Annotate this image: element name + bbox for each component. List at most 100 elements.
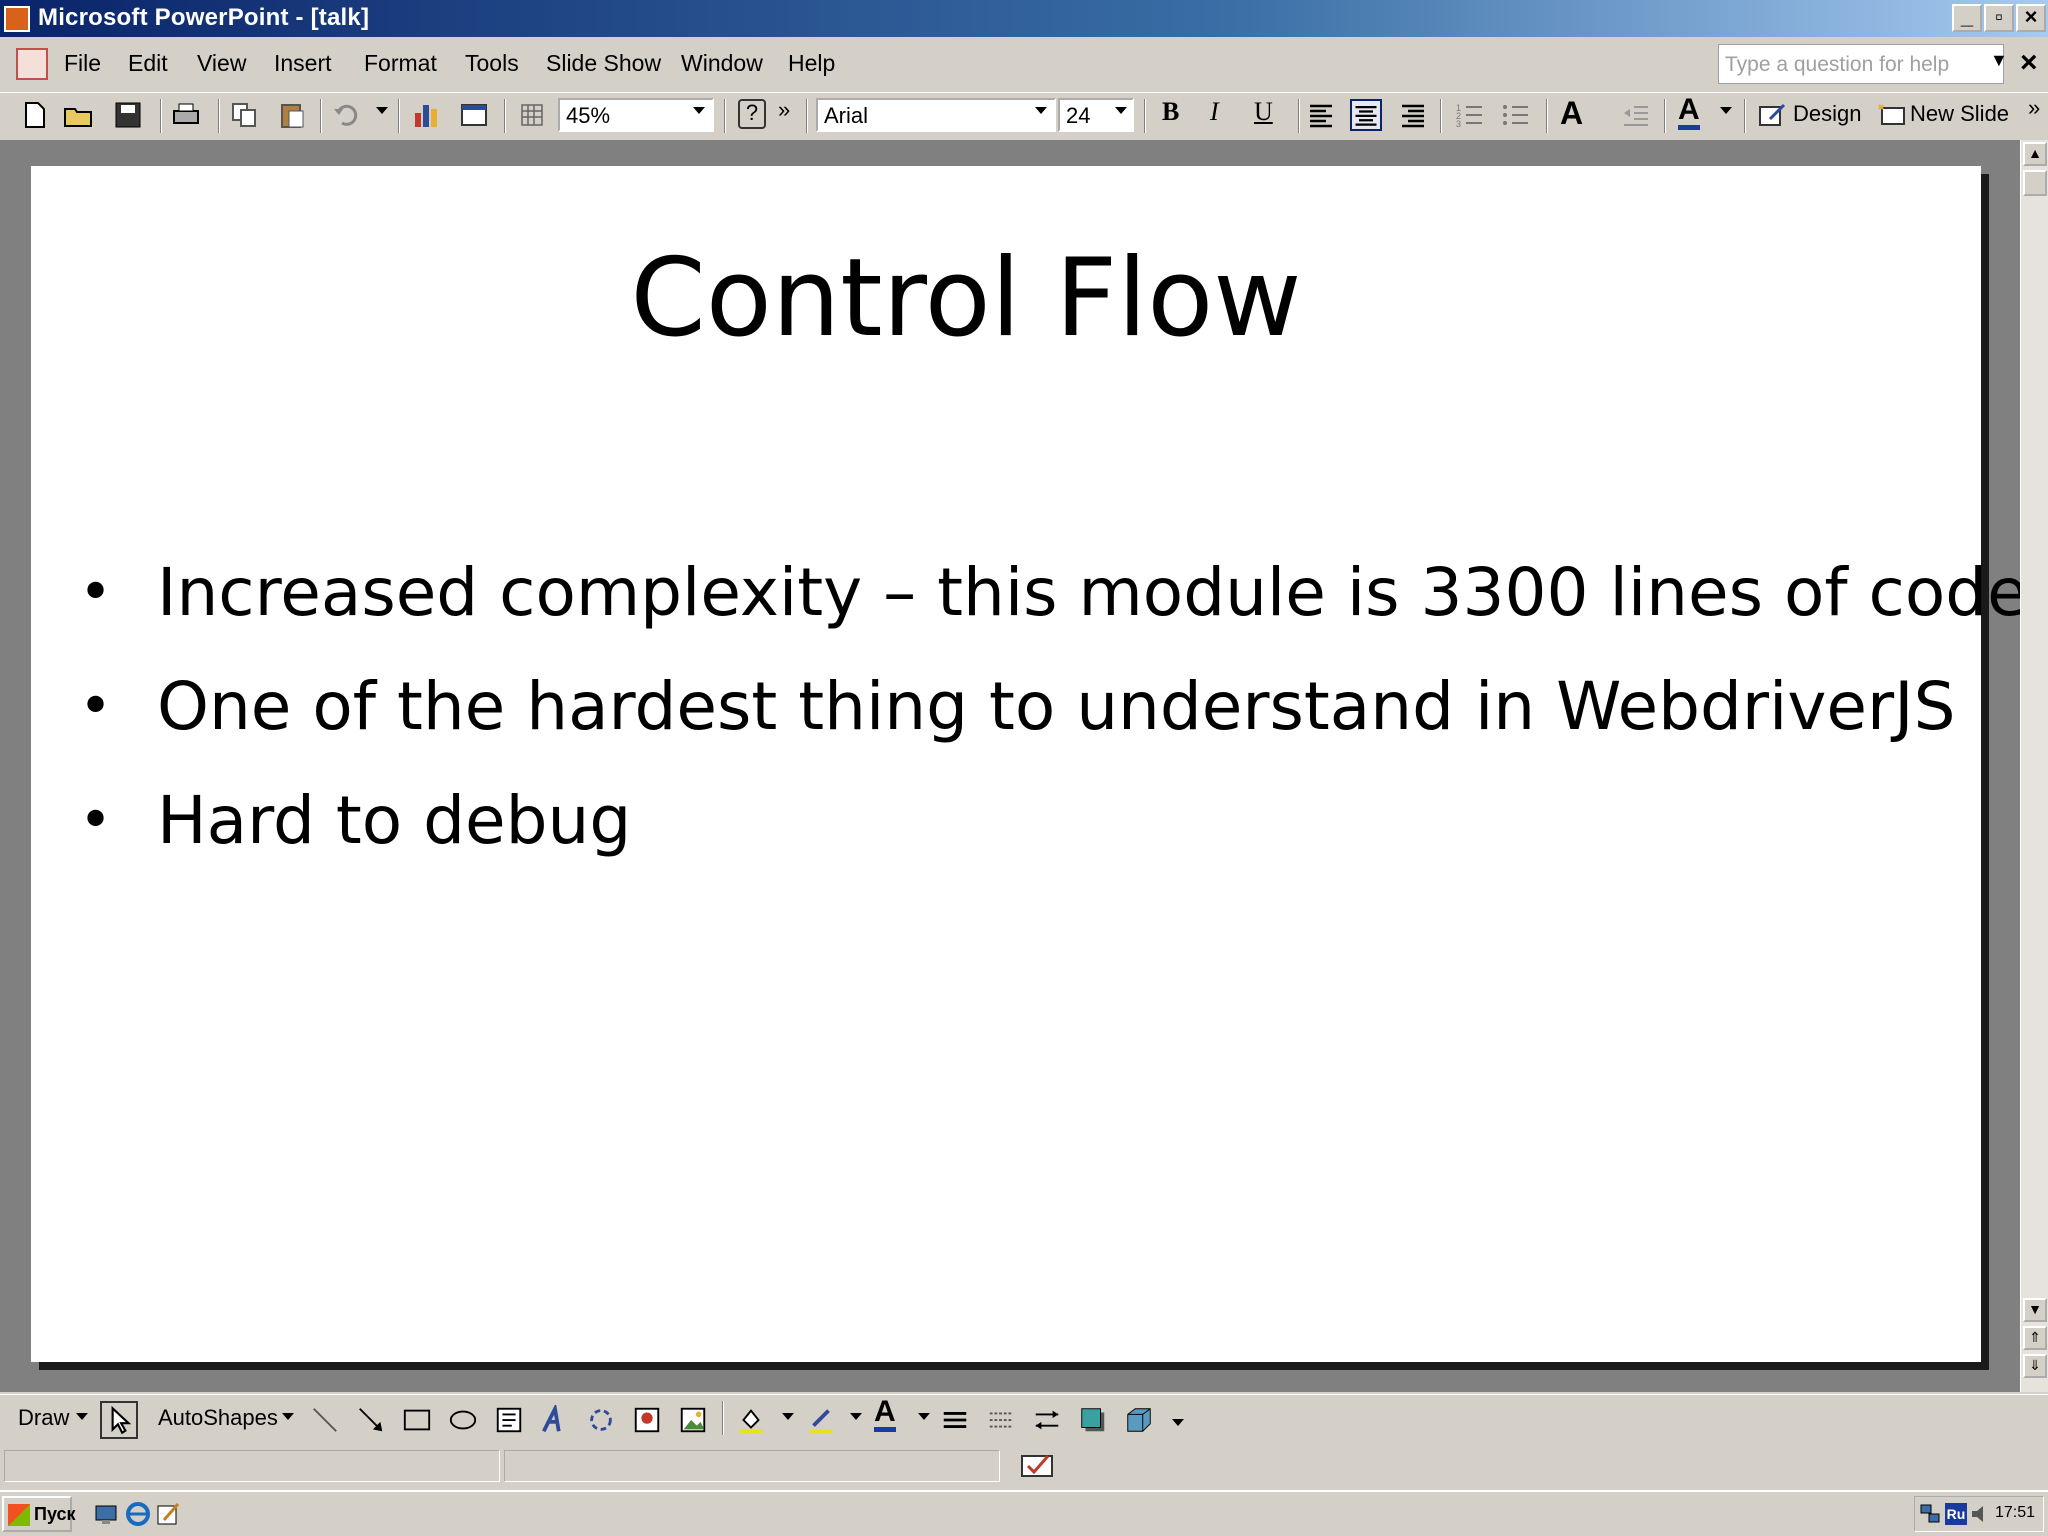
- wordart-icon[interactable]: [540, 1405, 570, 1435]
- start-label: Пуск: [34, 1504, 76, 1524]
- menu-format[interactable]: Format: [364, 50, 437, 77]
- arrow-tool-icon[interactable]: [356, 1405, 386, 1435]
- bold-button[interactable]: B: [1162, 97, 1179, 127]
- numbered-list-icon[interactable]: 123: [1454, 99, 1486, 131]
- align-center-icon[interactable]: [1350, 99, 1382, 131]
- show-desktop-icon[interactable]: [92, 1500, 120, 1528]
- insert-picture-icon[interactable]: [678, 1405, 708, 1435]
- copy-icon[interactable]: [228, 99, 260, 131]
- toolbar-more-icon[interactable]: [1172, 1419, 1184, 1426]
- powerpoint-app-icon[interactable]: [4, 6, 30, 32]
- edit-document-icon[interactable]: [154, 1500, 182, 1528]
- scroll-up-icon[interactable]: ▲: [2023, 142, 2047, 166]
- font-size-select[interactable]: 24: [1058, 98, 1134, 132]
- print-icon[interactable]: [170, 99, 202, 131]
- scroll-down-icon[interactable]: ▼: [2023, 1298, 2047, 1322]
- oval-tool-icon[interactable]: [448, 1405, 478, 1435]
- save-icon[interactable]: [112, 99, 144, 131]
- menu-window[interactable]: Window: [681, 50, 763, 77]
- list-item[interactable]: • One of the hardest thing to understand …: [71, 650, 2028, 764]
- underline-button[interactable]: U: [1254, 97, 1273, 127]
- line-color-dropdown-icon[interactable]: [850, 1413, 862, 1420]
- 3d-style-icon[interactable]: [1124, 1405, 1154, 1435]
- list-item[interactable]: • Increased complexity – this module is 3…: [71, 536, 2028, 650]
- arrow-style-icon[interactable]: [1032, 1405, 1062, 1435]
- slide-canvas[interactable]: Control Flow • Increased complexity – thi…: [31, 166, 2028, 1362]
- rectangle-tool-icon[interactable]: [402, 1405, 432, 1435]
- insert-chart-icon[interactable]: [410, 99, 442, 131]
- paste-icon[interactable]: [276, 99, 308, 131]
- font-size-dropdown-icon[interactable]: [1115, 107, 1127, 114]
- undo-icon[interactable]: [330, 99, 362, 131]
- internet-explorer-icon[interactable]: [124, 1500, 152, 1528]
- draw-dropdown-icon[interactable]: [76, 1413, 88, 1420]
- font-color-button[interactable]: A: [1678, 95, 1700, 130]
- scroll-thumb[interactable]: [2023, 170, 2047, 196]
- start-button[interactable]: Пуск: [2, 1496, 76, 1532]
- menu-tools[interactable]: Tools: [465, 50, 519, 77]
- toolbar-options-icon[interactable]: »: [2028, 95, 2040, 121]
- help-icon[interactable]: ?: [738, 99, 766, 129]
- open-folder-icon[interactable]: [62, 99, 94, 131]
- bullet-list[interactable]: • Increased complexity – this module is 3…: [71, 536, 2028, 878]
- document-close-button[interactable]: ×: [2020, 46, 2038, 80]
- font-name-dropdown-icon[interactable]: [1035, 107, 1047, 114]
- design-button[interactable]: Design: [1793, 101, 1861, 127]
- autoshapes-dropdown-icon[interactable]: [282, 1413, 294, 1420]
- draw-font-color-button[interactable]: A: [874, 1397, 896, 1432]
- slide-title[interactable]: Control Flow: [31, 236, 1901, 361]
- clip-art-icon[interactable]: [632, 1405, 662, 1435]
- insert-table-icon[interactable]: [458, 99, 490, 131]
- fill-color-dropdown-icon[interactable]: [782, 1413, 794, 1420]
- language-indicator[interactable]: Ru: [1945, 1503, 1967, 1525]
- text-box-icon[interactable]: [494, 1405, 524, 1435]
- toolbar-options-icon[interactable]: »: [778, 97, 790, 123]
- menu-slide-show[interactable]: Slide Show: [546, 50, 661, 77]
- draw-font-color-dropdown-icon[interactable]: [918, 1413, 930, 1420]
- zoom-select[interactable]: 45%: [558, 98, 714, 132]
- network-icon[interactable]: [1919, 1503, 1941, 1525]
- minimize-button[interactable]: _: [1952, 4, 1982, 32]
- new-document-icon[interactable]: [18, 99, 50, 131]
- align-left-icon[interactable]: [1306, 99, 1338, 131]
- font-color-dropdown-icon[interactable]: [1720, 107, 1732, 114]
- vertical-scrollbar[interactable]: ▲ ▼ ⇑ ⇓: [2020, 140, 2048, 1392]
- help-dropdown-icon[interactable]: ▼: [1990, 50, 2008, 71]
- diagram-icon[interactable]: [586, 1405, 616, 1435]
- shadow-style-icon[interactable]: [1078, 1405, 1108, 1435]
- dash-style-icon[interactable]: [986, 1405, 1016, 1435]
- line-color-icon[interactable]: [806, 1405, 836, 1435]
- list-item[interactable]: • Hard to debug: [71, 764, 2028, 878]
- align-right-icon[interactable]: [1396, 99, 1428, 131]
- fill-color-icon[interactable]: [736, 1405, 766, 1435]
- menu-edit[interactable]: Edit: [128, 50, 168, 77]
- close-button[interactable]: ×: [2016, 4, 2046, 32]
- maximize-button[interactable]: ▫: [1984, 4, 2014, 32]
- new-slide-button[interactable]: New Slide: [1910, 101, 2009, 127]
- menu-help[interactable]: Help: [788, 50, 835, 77]
- menu-insert[interactable]: Insert: [274, 50, 332, 77]
- document-icon[interactable]: [16, 48, 48, 80]
- grid-icon[interactable]: [516, 99, 548, 131]
- line-tool-icon[interactable]: [310, 1405, 340, 1435]
- menu-file[interactable]: File: [64, 50, 101, 77]
- font-name-select[interactable]: Arial: [816, 98, 1056, 132]
- menu-view[interactable]: View: [197, 50, 246, 77]
- select-objects-icon[interactable]: [100, 1401, 138, 1439]
- design-icon[interactable]: [1756, 99, 1788, 131]
- draw-menu-button[interactable]: Draw: [18, 1405, 69, 1431]
- ask-question-input[interactable]: Type a question for help: [1718, 44, 2004, 84]
- increase-font-size-button[interactable]: A: [1560, 95, 1583, 132]
- italic-button[interactable]: I: [1210, 97, 1219, 127]
- decrease-indent-icon[interactable]: [1620, 99, 1652, 131]
- new-slide-icon[interactable]: [1876, 99, 1908, 131]
- undo-dropdown-icon[interactable]: [376, 107, 388, 114]
- volume-icon[interactable]: [1969, 1503, 1991, 1525]
- next-slide-icon[interactable]: ⇓: [2023, 1354, 2047, 1378]
- previous-slide-icon[interactable]: ⇑: [2023, 1326, 2047, 1350]
- zoom-dropdown-icon[interactable]: [693, 107, 705, 114]
- bullet-list-icon[interactable]: [1500, 99, 1532, 131]
- spelling-check-icon[interactable]: [1018, 1452, 1058, 1480]
- autoshapes-menu-button[interactable]: AutoShapes: [158, 1405, 278, 1431]
- line-style-icon[interactable]: [940, 1405, 970, 1435]
